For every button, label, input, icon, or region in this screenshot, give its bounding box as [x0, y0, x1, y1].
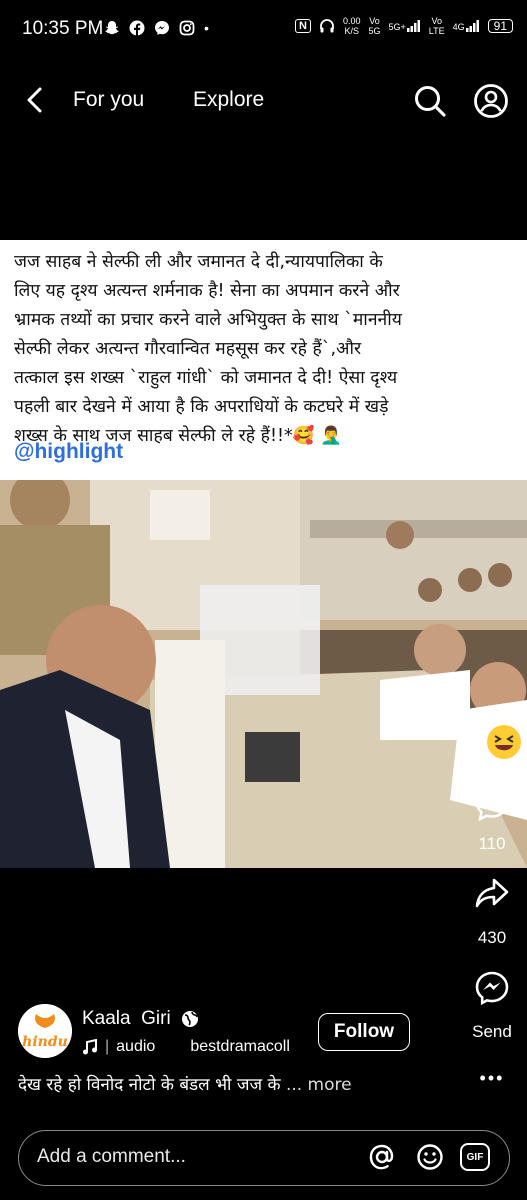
snapchat-icon — [105, 21, 119, 35]
caption-more-link[interactable]: ... more — [286, 1075, 352, 1095]
audio-label: audio — [116, 1038, 156, 1055]
nfc-icon: N — [295, 19, 311, 33]
laughing-emoji-reaction[interactable] — [484, 722, 524, 762]
post-text-line: तत्काल इस शख्स `राहुल गांधी` को जमानत दे… — [14, 368, 398, 388]
follow-button[interactable]: Follow — [318, 1013, 410, 1051]
post-text-line: लिए यह दृश्य अत्यन्त शर्मनाक है! सेना का… — [14, 281, 400, 301]
author-avatar[interactable]: hindu — [18, 1004, 72, 1058]
more-options-icon[interactable]: ••• — [462, 1068, 522, 1089]
back-arrow-icon[interactable] — [24, 86, 46, 114]
signal-icon-1: 5G+ — [389, 20, 421, 32]
hashtag-link[interactable]: @highlight — [14, 440, 123, 464]
comment-input-placeholder[interactable]: Add a comment... — [37, 1146, 186, 1168]
photo-illustration — [0, 480, 527, 868]
comment-icon[interactable] — [474, 786, 510, 822]
notification-icons: • — [104, 20, 209, 36]
network-speed: 0.00 K/S — [342, 16, 361, 36]
profile-icon[interactable] — [473, 83, 509, 119]
avatar-logo-text: hindu — [22, 1034, 68, 1050]
avatar-logo: hindu — [18, 1004, 72, 1058]
post-text: जज साहब ने सेल्फी ली और जमानत दे दी,न्या… — [14, 248, 519, 451]
post-text-line: जज साहब ने सेल्फी ली और जमानत दे दी,न्या… — [14, 252, 383, 272]
volte-indicator-2: Vo LTE — [428, 16, 445, 36]
audio-separator: | — [105, 1038, 110, 1055]
post-text-line: सेल्फी लेकर अत्यन्त गौरवान्वित महसूस कर … — [14, 339, 362, 359]
instagram-icon — [179, 20, 195, 36]
post-text-line: पहली बार देखने में आया है कि अपराधियों क… — [14, 397, 389, 417]
post-photo[interactable] — [0, 480, 527, 868]
tab-explore[interactable]: Explore — [193, 88, 264, 112]
headphones-icon — [320, 19, 334, 33]
volte-indicator-1: Vo 5G — [368, 16, 381, 36]
status-dot: • — [204, 20, 209, 36]
comment-count: 110 — [478, 834, 506, 853]
emoji-icon[interactable] — [416, 1143, 444, 1171]
signal-icon-2: 4G — [453, 20, 480, 32]
caption[interactable]: देख रहे हो विनोद नोटो के बंडल भी जज के .… — [18, 1072, 352, 1095]
gif-label: GIF — [466, 1151, 484, 1163]
gif-button[interactable]: GIF — [460, 1143, 490, 1171]
share-count: 430 — [477, 928, 507, 947]
status-bar: 10:35 PM • N 0.00 K/S Vo 5G 5G+ Vo LTE 4G 9… — [0, 0, 527, 60]
messenger-send-icon[interactable] — [474, 970, 510, 1006]
facebook-icon — [129, 20, 145, 36]
send-label[interactable]: Send — [462, 1022, 522, 1042]
caption-text: देख रहे हो विनोद नोटो के बंडल भी जज के — [18, 1075, 281, 1095]
tab-for-you[interactable]: For you — [73, 88, 144, 112]
author-name-row[interactable]: Kaala Giri — [82, 1008, 199, 1030]
status-right-icons: N 0.00 K/S Vo 5G 5G+ Vo LTE 4G 91 — [295, 16, 513, 36]
mention-icon[interactable] — [368, 1143, 396, 1171]
share-icon[interactable] — [474, 876, 510, 912]
battery-indicator: 91 — [487, 19, 513, 33]
search-icon[interactable] — [413, 84, 447, 118]
audio-source: bestdramacoll — [190, 1038, 290, 1055]
status-time: 10:35 PM — [22, 18, 104, 39]
author-name[interactable]: Kaala Giri — [82, 1008, 171, 1030]
post-text-line: भ्रामक तथ्यों का प्रचार करने वाले अभियुक… — [14, 310, 402, 330]
audio-row[interactable]: | audio bestdramacoll — [82, 1038, 290, 1056]
globe-icon — [181, 1011, 198, 1027]
messenger-icon — [155, 21, 169, 35]
music-note-icon — [83, 1039, 97, 1055]
